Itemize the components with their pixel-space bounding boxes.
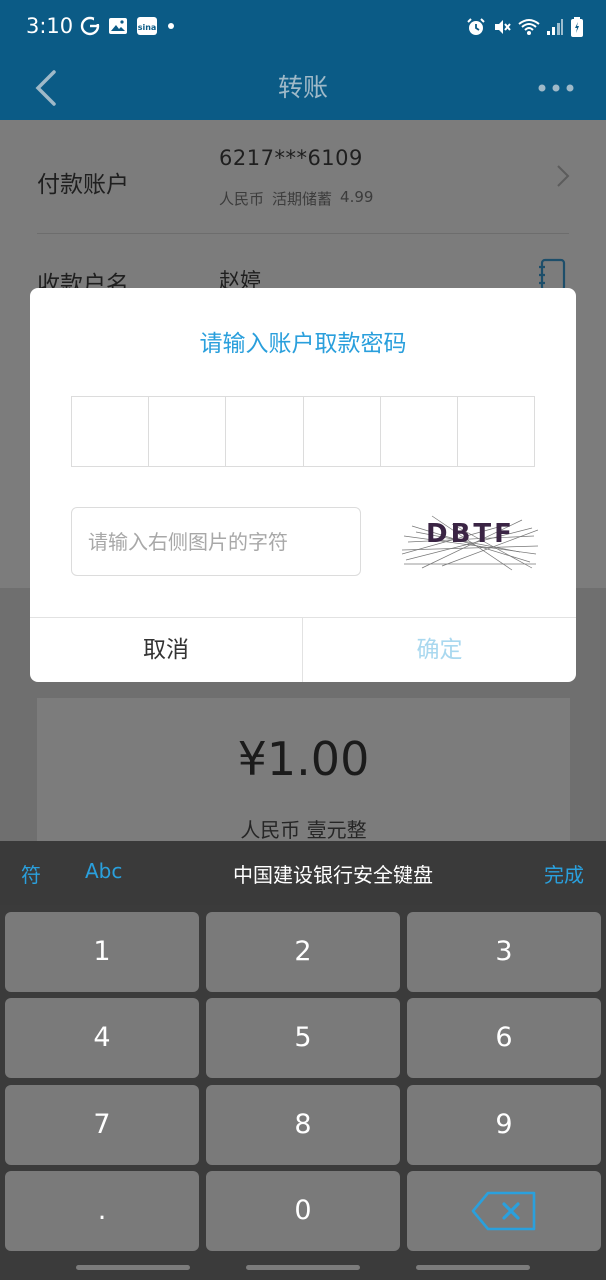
battery-icon xyxy=(571,17,583,37)
captcha-input[interactable] xyxy=(71,507,361,576)
payer-select-chevron[interactable] xyxy=(556,164,570,188)
key-dot[interactable]: . xyxy=(5,1171,199,1251)
app-bar: 转账 xyxy=(0,56,606,120)
image-icon xyxy=(109,18,127,34)
pin-box[interactable] xyxy=(149,397,227,466)
confirm-button[interactable]: 确定 xyxy=(303,618,576,682)
nav-indicator xyxy=(76,1265,190,1270)
pin-box[interactable] xyxy=(226,397,304,466)
payer-account-info: 人民币 活期储蓄 4.99 xyxy=(219,188,373,209)
amount-value: ¥1.00 xyxy=(237,732,370,786)
captcha-text: DBTF xyxy=(426,519,515,549)
dialog-title: 请输入账户取款密码 xyxy=(199,331,407,357)
key-0[interactable]: 0 xyxy=(206,1171,400,1251)
page-title: 转账 xyxy=(277,73,328,102)
more-icon xyxy=(538,84,574,92)
status-right-icons xyxy=(466,16,584,38)
dot-icon xyxy=(168,23,174,29)
signal-icon xyxy=(547,19,563,35)
amount-in-words: 人民币 壹元整 xyxy=(240,818,367,842)
secure-keyboard: 1 2 3 4 5 6 7 8 9 . 0 xyxy=(0,905,606,1280)
key-8[interactable]: 8 xyxy=(206,1085,400,1165)
keyboard-symbol-toggle[interactable]: 符 xyxy=(21,859,41,888)
key-6[interactable]: 6 xyxy=(407,998,601,1078)
backspace-key[interactable] xyxy=(407,1171,601,1251)
pin-box[interactable] xyxy=(304,397,381,466)
pin-input[interactable] xyxy=(71,396,535,467)
captcha-image[interactable]: DBTF xyxy=(402,506,538,572)
pin-box[interactable] xyxy=(72,397,150,466)
status-bar: 3:10 sina xyxy=(0,0,606,56)
contacts-button[interactable] xyxy=(538,258,568,292)
chevron-right-icon xyxy=(557,165,570,187)
status-time: 3:10 xyxy=(26,14,74,38)
key-1[interactable]: 1 xyxy=(5,912,199,992)
row-divider xyxy=(37,233,569,234)
key-4[interactable]: 4 xyxy=(5,998,199,1078)
alarm-icon xyxy=(467,18,485,35)
keyboard-abc-toggle[interactable]: Abc xyxy=(85,859,122,883)
contacts-book-icon xyxy=(539,258,566,292)
key-9[interactable]: 9 xyxy=(407,1085,601,1165)
wifi-icon xyxy=(518,19,540,35)
password-dialog: 请输入账户取款密码 DBTF 取消 确定 xyxy=(30,288,576,682)
keyboard-header: 中国建设银行安全键盘 符 Abc 完成 xyxy=(0,841,606,905)
amount-card: ¥1.00 人民币 壹元整 xyxy=(37,698,570,844)
keyboard-done-button[interactable]: 完成 xyxy=(544,859,584,888)
mute-icon xyxy=(495,20,511,34)
svg-text:sina: sina xyxy=(138,23,157,32)
payer-balance: 4.99 xyxy=(340,188,374,206)
cancel-button[interactable]: 取消 xyxy=(30,618,302,682)
nav-indicator xyxy=(246,1265,360,1270)
key-5[interactable]: 5 xyxy=(206,998,400,1078)
payer-currency: 人民币 xyxy=(219,190,265,208)
backspace-icon xyxy=(471,1191,536,1231)
key-2[interactable]: 2 xyxy=(206,912,400,992)
key-7[interactable]: 7 xyxy=(5,1085,199,1165)
status-left-icons: sina xyxy=(80,16,176,36)
pin-box[interactable] xyxy=(458,397,534,466)
google-icon xyxy=(80,16,100,36)
nav-indicator xyxy=(416,1265,530,1270)
payer-account-type: 活期储蓄 xyxy=(272,190,333,208)
more-button[interactable] xyxy=(536,74,576,102)
key-3[interactable]: 3 xyxy=(407,912,601,992)
payer-account-label: 付款账户 xyxy=(37,172,129,198)
payer-card-number[interactable]: 6217***6109 xyxy=(219,146,363,170)
sina-icon: sina xyxy=(137,17,157,35)
pin-box[interactable] xyxy=(381,397,458,466)
